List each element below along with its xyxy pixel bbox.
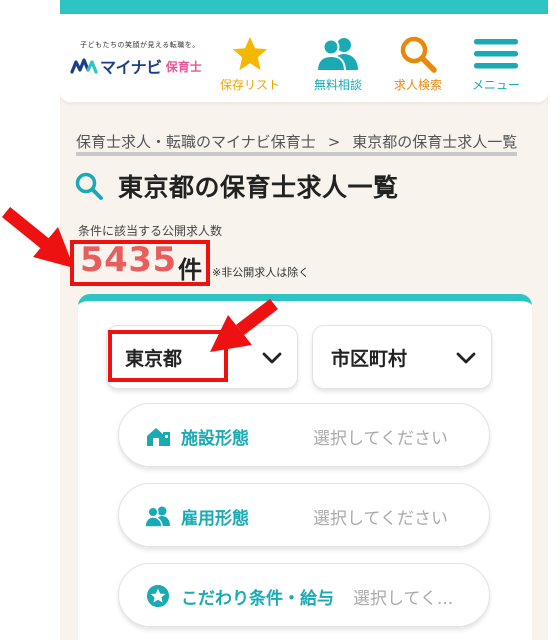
job-count-note: ※非公開求人は除く (212, 266, 310, 279)
preferences-label: こだわり条件・給与 (181, 589, 334, 609)
users-icon (145, 506, 170, 528)
nav-free-consultation[interactable]: 無料相談 (298, 34, 378, 93)
nav-saved-list[interactable]: 保存リスト (210, 34, 290, 93)
logo-tagline: 子どもたちの笑顔が見える転職を。 (80, 41, 200, 49)
facility-type-placeholder: 選択してください (313, 429, 448, 449)
logo-brand-text: マイナビ (100, 58, 162, 77)
preferences-selector[interactable]: こだわり条件・給与 選択してく... (118, 563, 490, 627)
nav-free-consultation-label: 無料相談 (313, 78, 362, 92)
employment-type-label: 雇用形態 (181, 509, 249, 529)
city-select[interactable]: 市区町村 (312, 325, 492, 389)
job-count-value: 5435 (80, 240, 177, 280)
site-header: 子どもたちの笑顔が見える転職を。 マイナビ 保育士 保存リスト 無料相談 求人検… (60, 14, 548, 102)
nav-job-search[interactable]: 求人検索 (378, 34, 458, 93)
breadcrumb-separator: > (327, 133, 341, 151)
users-icon (316, 38, 358, 72)
mynavi-logo-mark-icon (70, 58, 98, 74)
search-filter-card: 東京都 市区町村 施設形態 選択してください 雇用形態 選択してください こだわ… (78, 294, 532, 640)
building-icon (147, 428, 170, 446)
page-title: 東京都の保育士求人一覧 (118, 173, 399, 202)
preferences-placeholder: 選択してく... (353, 589, 454, 609)
facility-type-label: 施設形態 (181, 429, 249, 449)
search-icon (75, 172, 103, 200)
employment-type-selector[interactable]: 雇用形態 選択してください (118, 483, 490, 547)
breadcrumb-home-link[interactable]: 保育士求人・転職のマイナビ保育士 (76, 133, 316, 151)
prefecture-select-value: 東京都 (125, 348, 183, 370)
nav-job-search-label: 求人検索 (393, 78, 442, 92)
nav-saved-list-label: 保存リスト (219, 78, 280, 92)
page: 子どもたちの笑顔が見える転職を。 マイナビ 保育士 保存リスト 無料相談 求人検… (60, 0, 548, 640)
logo-sub-text: 保育士 (165, 59, 202, 74)
prefecture-select[interactable]: 東京都 (106, 325, 298, 389)
nav-menu[interactable]: メニュー (456, 34, 536, 93)
star-icon (232, 36, 268, 71)
breadcrumb: 保育士求人・転職のマイナビ保育士 > 東京都の保育士求人一覧 (76, 132, 548, 156)
facility-type-selector[interactable]: 施設形態 選択してください (118, 403, 490, 467)
city-select-value: 市区町村 (331, 348, 408, 370)
chevron-down-icon (456, 352, 476, 364)
top-accent-strip (60, 0, 548, 14)
star-circle-icon (146, 584, 170, 608)
search-icon (400, 36, 437, 73)
nav-menu-label: メニュー (471, 78, 520, 92)
job-count-unit: 件 (178, 256, 202, 284)
site-logo[interactable]: マイナビ 保育士 (70, 54, 202, 78)
employment-type-placeholder: 選択してください (313, 509, 448, 529)
chevron-down-icon (262, 352, 282, 364)
hamburger-menu-icon (474, 39, 518, 69)
job-count-label: 条件に該当する公開求人数 (78, 224, 223, 238)
breadcrumb-current: 東京都の保育士求人一覧 (352, 133, 518, 151)
page-title-row: 東京都の保育士求人一覧 (74, 168, 399, 204)
